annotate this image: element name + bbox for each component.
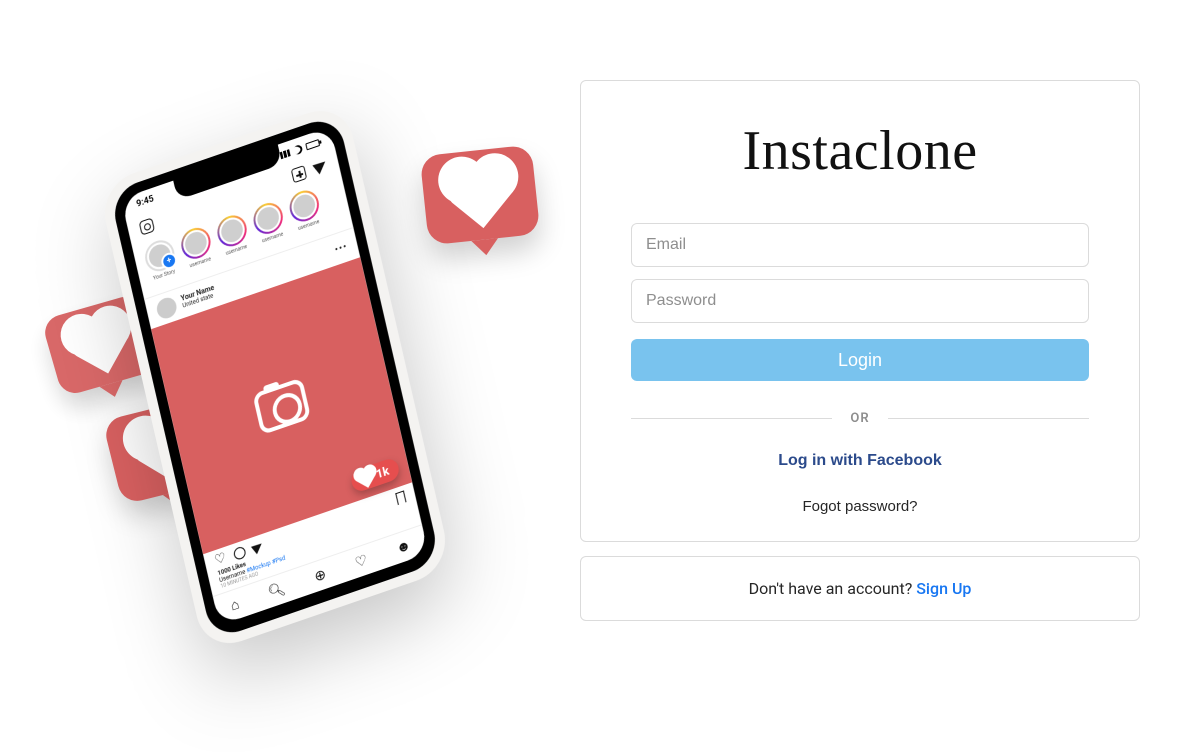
- search-icon: 🔍︎: [267, 580, 288, 601]
- camera-icon: [252, 377, 311, 435]
- password-field[interactable]: [631, 279, 1089, 323]
- add-icon: ⊕: [313, 566, 328, 585]
- activity-icon: ♡: [353, 552, 369, 572]
- send-icon: [312, 157, 328, 174]
- add-post-icon: [291, 165, 307, 183]
- statusbar-time: 9:45: [136, 194, 155, 210]
- like-badge: 1k: [349, 456, 401, 494]
- divider-text: OR: [850, 411, 869, 426]
- heart-bubble-icon: [420, 145, 541, 246]
- hero-illustration: 9:45 Your Story username username: [60, 115, 540, 635]
- forgot-password-link[interactable]: Fogot password?: [802, 498, 917, 515]
- avatar-icon: [155, 295, 179, 321]
- signup-prompt: Don't have an account?: [749, 579, 917, 598]
- signup-link[interactable]: Sign Up: [916, 579, 971, 598]
- more-icon: •••: [334, 240, 349, 255]
- bookmark-icon: [395, 490, 406, 505]
- phone-mockup: 9:45 Your Story username username: [97, 101, 452, 654]
- divider: OR: [631, 411, 1089, 426]
- signup-card: Don't have an account? Sign Up: [580, 556, 1140, 621]
- login-button[interactable]: Login: [631, 339, 1089, 381]
- heart-icon: [214, 552, 228, 568]
- share-icon: [251, 540, 265, 555]
- email-field[interactable]: [631, 223, 1089, 267]
- facebook-login-button[interactable]: Log in with Facebook: [778, 452, 942, 470]
- profile-icon: ☻: [395, 536, 413, 557]
- camera-icon: [139, 217, 155, 235]
- home-icon: ⌂: [229, 595, 241, 614]
- feed-post: Your NameUnited state ••• 1k: [144, 228, 428, 625]
- login-card: Instaclone Login OR Log in with Facebook…: [580, 80, 1140, 542]
- brand-logo: Instaclone: [631, 119, 1089, 183]
- comment-icon: [233, 545, 247, 561]
